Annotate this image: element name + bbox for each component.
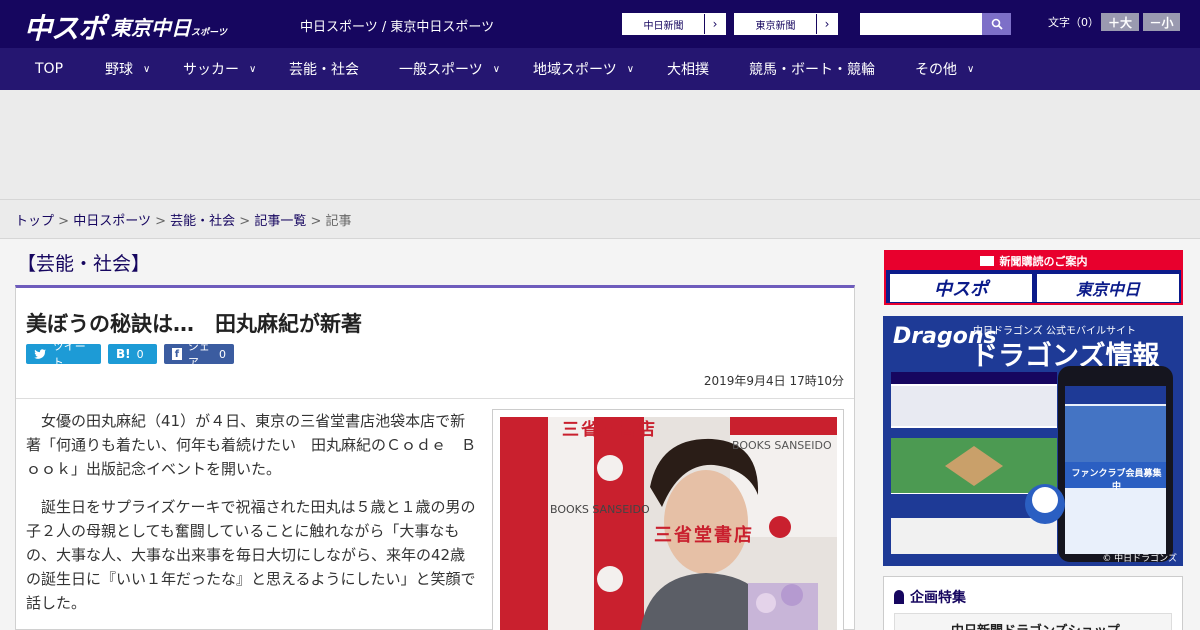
photo-sign-latin: BOOKS SANSEIDO <box>732 439 832 452</box>
subscribe-tokyo-chunichi[interactable]: 東京中日 <box>1037 274 1179 302</box>
nav-label: サッカー <box>183 62 239 78</box>
tokyo-logo-text: 東京中日 <box>111 16 191 40</box>
article-photo[interactable]: 三省堂書店 BOOKS SANSEIDO 三省堂書店 BOOKS SANSEID… <box>500 417 837 630</box>
photo-sign-kanji: 三省堂書店 <box>562 420 657 440</box>
search-input[interactable] <box>860 13 982 35</box>
dragons-copyright: © 中日ドラゴンズ <box>1102 554 1177 564</box>
chevron-down-icon: ∨ <box>492 63 501 75</box>
chevron-down-icon: ∨ <box>967 63 975 75</box>
breadcrumb-sep: > <box>239 214 251 229</box>
nav-item-entertainment[interactable]: 芸能・社会 <box>289 48 359 90</box>
breadcrumb-top[interactable]: トップ <box>15 214 54 229</box>
site-header: 中スポ 東京中日スポーツ 中日スポーツ / 東京中日スポーツ 中日新聞 › 東京… <box>0 0 1200 48</box>
article-headline: 美ぼうの秘訣は… 田丸麻紀が新著 <box>26 312 362 336</box>
chevron-down-icon: ∨ <box>249 63 257 75</box>
nav-item-general-sports[interactable]: 一般スポーツ ∨ <box>399 48 500 90</box>
main-nav: TOP 野球 ∨ サッカー ∨ 芸能・社会 一般スポーツ ∨ 地域スポーツ ∨ 大相撲 … <box>0 48 1200 90</box>
chevron-down-icon: ∨ <box>143 63 151 75</box>
hatena-bookmark-button[interactable]: B! 0 <box>108 344 157 364</box>
photo-sign-kanji: 三省堂書店 <box>654 525 754 546</box>
nav-item-top[interactable]: TOP <box>35 48 63 90</box>
facebook-share-button[interactable]: f シェア 0 <box>164 340 234 369</box>
badge-icon <box>894 590 904 604</box>
feature-header: 企画特集 <box>894 587 966 607</box>
font-size-label: 文字（0） <box>1048 16 1099 29</box>
photo-sign-latin: BOOKS SANSEIDO <box>550 503 650 516</box>
breadcrumb-sep: > <box>310 214 322 229</box>
dragons-info-banner[interactable]: Dragons 中日ドラゴンズ 公式モバイルサイト ドラゴンズ情報 ファンクラブ… <box>883 316 1183 566</box>
nav-label: 地域スポーツ <box>533 62 617 78</box>
nav-item-local-sports[interactable]: 地域スポーツ ∨ <box>533 48 634 90</box>
twitter-icon <box>34 349 46 359</box>
hatena-count: 0 <box>136 347 144 361</box>
nav-label: 野球 <box>105 62 133 78</box>
hatena-icon: B! <box>116 347 131 361</box>
subscription-banner[interactable]: 新聞購読のご案内 中スポ 東京中日 <box>884 250 1183 305</box>
tokyo-shimbun-link[interactable]: 東京新聞 › <box>734 13 838 35</box>
article: 美ぼうの秘訣は… 田丸麻紀が新著 ツイート B! 0 f シェア 0 2019年… <box>15 285 855 630</box>
facebook-share-count: 0 <box>219 347 226 361</box>
subscription-header: 新聞購読のご案内 <box>886 252 1181 270</box>
feature-header-label: 企画特集 <box>910 590 966 606</box>
nav-label: TOP <box>35 61 64 77</box>
nav-item-baseball[interactable]: 野球 ∨ <box>105 48 150 90</box>
font-larger-button[interactable]: ＋大 <box>1101 13 1139 31</box>
feature-section: 企画特集 中日新聞ドラゴンズショップ <box>883 576 1183 630</box>
feature-item[interactable]: 中日新聞ドラゴンズショップ <box>894 613 1172 630</box>
chevron-right-icon: › <box>712 17 718 31</box>
dragons-phone-graphic <box>891 366 1173 562</box>
facebook-share-label: シェア <box>187 340 210 369</box>
tokyo-chunichi-logo[interactable]: 東京中日スポーツ <box>111 12 227 41</box>
nav-label: 競馬・ボート・競輪 <box>749 62 875 78</box>
facebook-icon: f <box>172 348 182 360</box>
article-date: 2019年9月4日 17時10分 <box>703 374 844 388</box>
chunichi-shimbun-label: 中日新聞 <box>623 14 705 34</box>
nav-item-other[interactable]: その他 ∨ <box>915 48 974 90</box>
chunichi-shimbun-link[interactable]: 中日新聞 › <box>622 13 726 35</box>
nav-item-soccer[interactable]: サッカー ∨ <box>183 48 256 90</box>
tokyo-shimbun-label: 東京新聞 <box>735 14 817 34</box>
breadcrumb-list[interactable]: 記事一覧 <box>254 214 306 229</box>
font-smaller-button[interactable]: －小 <box>1143 13 1180 31</box>
search-icon <box>991 18 1003 30</box>
chevron-down-icon: ∨ <box>626 63 635 75</box>
divider <box>16 398 854 399</box>
subscription-header-label: 新聞購読のご案内 <box>999 255 1088 268</box>
breadcrumb: トップ > 中日スポーツ > 芸能・社会 > 記事一覧 > 記事 <box>15 210 352 229</box>
article-photo-frame: 三省堂書店 BOOKS SANSEIDO 三省堂書店 BOOKS SANSEID… <box>492 409 844 630</box>
feature-item-label: 中日新聞ドラゴンズショップ <box>951 620 1120 630</box>
nav-label: 一般スポーツ <box>399 62 483 78</box>
article-paragraph: 誕生日をサプライズケーキで祝福された田丸は５歳と１歳の男の子２人の母親としても奮… <box>26 498 476 612</box>
subscribe-chuspo[interactable]: 中スポ <box>890 274 1032 302</box>
search-form <box>860 13 1011 35</box>
breadcrumb-sep: > <box>155 214 166 229</box>
newspaper-icon <box>979 256 994 266</box>
tokyo-logo-small: スポーツ <box>191 28 227 38</box>
breadcrumb-category[interactable]: 芸能・社会 <box>170 214 235 229</box>
site-names: 中日スポーツ / 東京中日スポーツ <box>300 20 495 35</box>
nav-label: 大相撲 <box>667 62 709 78</box>
tweet-label: ツイート <box>52 340 86 369</box>
fanclub-label: ファンクラブ会員募集中 <box>1071 469 1162 492</box>
tweet-button[interactable]: ツイート <box>26 340 101 369</box>
nav-label: その他 <box>915 62 957 78</box>
nav-item-racing[interactable]: 競馬・ボート・競輪 <box>749 48 875 90</box>
ad-banner-area <box>0 90 1200 200</box>
nav-label: 芸能・社会 <box>289 62 359 78</box>
article-paragraph: 女優の田丸麻紀（41）が４日、東京の三省堂書店池袋本店で新著「何通りも着たい、何… <box>26 412 477 478</box>
chevron-right-icon: › <box>824 17 830 31</box>
breadcrumb-sep: > <box>58 214 70 229</box>
breadcrumb-current: 記事 <box>325 214 352 229</box>
nav-item-sumo[interactable]: 大相撲 <box>667 48 709 90</box>
category-heading[interactable]: 【芸能・社会】 <box>17 249 150 276</box>
chuspo-logo[interactable]: 中スポ <box>24 7 106 47</box>
article-body: 女優の田丸麻紀（41）が４日、東京の三省堂書店池袋本店で新著「何通りも着たい、何… <box>26 409 478 629</box>
search-button[interactable] <box>982 13 1011 35</box>
breadcrumb-chunichi[interactable]: 中日スポーツ <box>73 214 151 229</box>
